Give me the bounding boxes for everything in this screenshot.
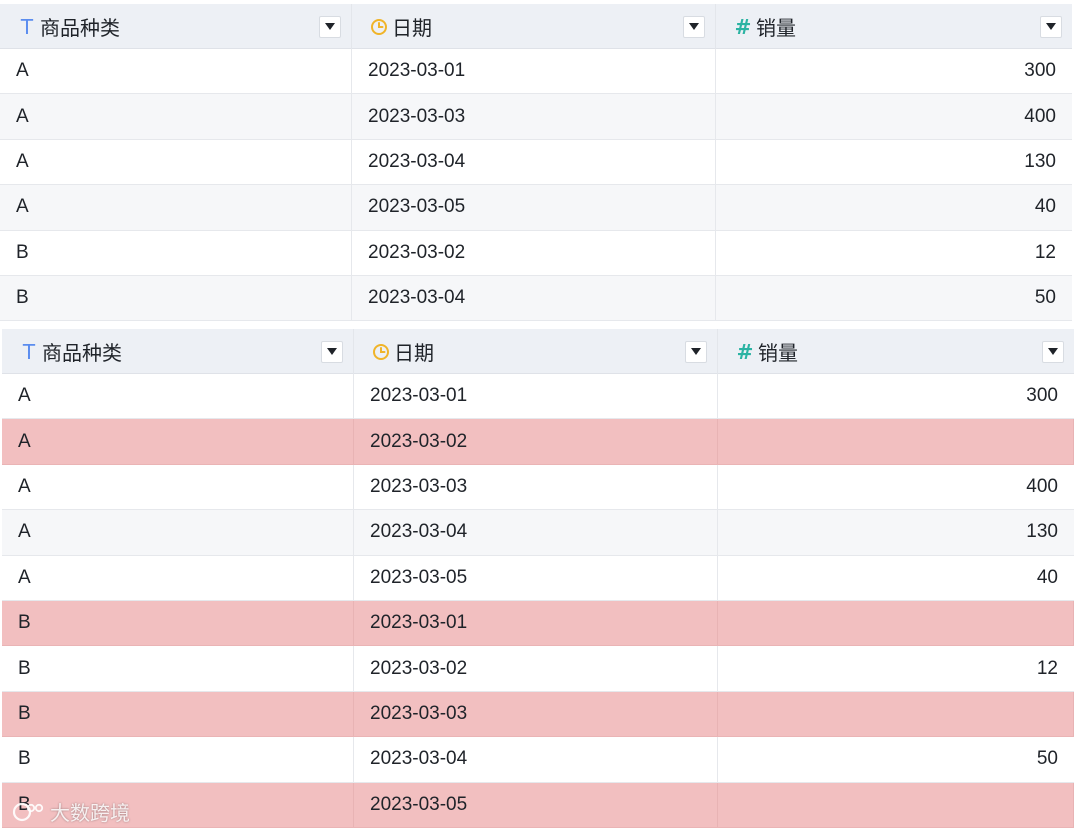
cell-sales[interactable]: 50 — [718, 737, 1074, 781]
cell-sales[interactable]: 400 — [716, 94, 1072, 138]
table-row[interactable]: B 2023-03-04 50 — [2, 737, 1074, 783]
caret-down-icon — [691, 348, 701, 355]
column-menu-button[interactable] — [683, 15, 705, 38]
caret-down-icon — [327, 348, 337, 355]
table-row[interactable]: A 2023-03-04 130 — [2, 510, 1074, 556]
cell-category[interactable]: A — [2, 510, 354, 555]
cell-sales[interactable]: 400 — [718, 465, 1074, 509]
cell-sales[interactable]: 130 — [718, 510, 1074, 554]
caret-down-icon — [325, 23, 335, 30]
cell-date[interactable]: 2023-03-03 — [354, 464, 718, 510]
date-type-icon — [372, 343, 390, 361]
cell-category[interactable]: A — [2, 464, 354, 510]
cell-sales[interactable]: 40 — [716, 185, 1072, 229]
cell-date[interactable]: 2023-03-04 — [352, 275, 716, 321]
cell-category[interactable]: B — [2, 600, 354, 646]
column-header[interactable]: # 销量 — [718, 329, 1074, 374]
cell-sales[interactable]: 12 — [718, 646, 1074, 690]
cell-sales[interactable]: 130 — [716, 140, 1072, 184]
cell-date[interactable]: 2023-03-03 — [354, 691, 718, 737]
cell-category[interactable]: B — [2, 691, 354, 737]
column-header-label: 商品种类 — [42, 343, 122, 365]
cell-category[interactable]: A — [0, 94, 352, 139]
number-type-icon: # — [736, 339, 754, 364]
table-row-filled[interactable]: B 2023-03-05 — [2, 782, 1074, 828]
cell-date[interactable]: 2023-03-02 — [354, 646, 718, 691]
table-row[interactable]: A 2023-03-05 40 — [2, 555, 1074, 601]
table-row[interactable]: A 2023-03-03 400 — [2, 464, 1074, 511]
cell-date[interactable]: 2023-03-02 — [354, 419, 718, 464]
column-header-label: 销量 — [756, 18, 796, 40]
cell-sales[interactable]: 50 — [716, 276, 1072, 320]
cell-sales[interactable] — [718, 691, 1074, 737]
caret-down-icon — [689, 23, 699, 30]
cell-date[interactable]: 2023-03-01 — [354, 600, 718, 646]
cell-sales[interactable]: 300 — [716, 49, 1072, 93]
caret-down-icon — [1048, 348, 1058, 355]
column-header[interactable]: T 商品种类 — [0, 4, 352, 49]
cell-sales[interactable]: 12 — [716, 231, 1072, 275]
cell-category[interactable]: B — [2, 646, 354, 691]
cell-category[interactable]: A — [0, 185, 352, 230]
cell-sales[interactable] — [718, 419, 1074, 464]
cell-sales[interactable] — [718, 782, 1074, 827]
table-row[interactable]: B 2023-03-02 12 — [0, 230, 1072, 276]
cell-category[interactable]: A — [2, 419, 354, 464]
cell-sales[interactable]: 300 — [718, 374, 1074, 418]
cell-category[interactable]: A — [0, 139, 352, 185]
cell-date[interactable]: 2023-03-03 — [352, 94, 716, 139]
table-row-filled[interactable]: A 2023-03-02 — [2, 419, 1074, 465]
cell-date[interactable]: 2023-03-02 — [352, 230, 716, 275]
cell-sales[interactable]: 40 — [718, 556, 1074, 600]
text-type-icon: T — [20, 14, 34, 39]
table-row[interactable]: A 2023-03-01 300 — [2, 374, 1074, 420]
column-header-label: 日期 — [394, 343, 434, 365]
column-header-label: 日期 — [392, 18, 432, 40]
cell-date[interactable]: 2023-03-05 — [354, 555, 718, 600]
cell-date[interactable]: 2023-03-01 — [352, 49, 716, 94]
table-header: T 商品种类 日期 # 销量 — [0, 4, 1072, 49]
column-header-label: 商品种类 — [40, 18, 120, 40]
column-header[interactable]: 日期 — [354, 329, 718, 374]
cell-date[interactable]: 2023-03-05 — [352, 185, 716, 230]
column-header[interactable]: T 商品种类 — [2, 329, 354, 374]
cell-category[interactable]: B — [2, 782, 354, 827]
table-header: T 商品种类 日期 # 销量 — [2, 329, 1074, 374]
column-menu-button[interactable] — [1040, 15, 1062, 38]
cell-date[interactable]: 2023-03-04 — [354, 737, 718, 782]
table-row[interactable]: A 2023-03-01 300 — [0, 49, 1072, 95]
cell-date[interactable]: 2023-03-04 — [352, 139, 716, 185]
table-row[interactable]: A 2023-03-05 40 — [0, 185, 1072, 231]
cell-category[interactable]: A — [2, 374, 354, 419]
column-menu-button[interactable] — [1042, 340, 1064, 363]
column-header[interactable]: # 销量 — [716, 4, 1072, 49]
column-header-label: 销量 — [758, 343, 798, 365]
cell-category[interactable]: A — [0, 49, 352, 94]
caret-down-icon — [1046, 23, 1056, 30]
column-header[interactable]: 日期 — [352, 4, 716, 49]
number-type-icon: # — [734, 14, 752, 39]
cell-category[interactable]: B — [0, 275, 352, 321]
column-menu-button[interactable] — [685, 340, 707, 363]
cell-date[interactable]: 2023-03-04 — [354, 510, 718, 555]
text-type-icon: T — [22, 339, 36, 364]
table-row[interactable]: A 2023-03-03 400 — [0, 94, 1072, 140]
table-row-filled[interactable]: B 2023-03-03 — [2, 691, 1074, 738]
cell-sales[interactable] — [718, 600, 1074, 646]
column-menu-button[interactable] — [321, 340, 343, 363]
table-row[interactable]: A 2023-03-04 130 — [0, 139, 1072, 186]
cell-category[interactable]: B — [2, 737, 354, 782]
cell-category[interactable]: A — [2, 555, 354, 600]
table-row[interactable]: B 2023-03-02 12 — [2, 646, 1074, 692]
cell-date[interactable]: 2023-03-05 — [354, 782, 718, 827]
cell-category[interactable]: B — [0, 230, 352, 275]
table-row-filled[interactable]: B 2023-03-01 — [2, 600, 1074, 647]
date-type-icon — [370, 18, 388, 36]
column-menu-button[interactable] — [319, 15, 341, 38]
table-row[interactable]: B 2023-03-04 50 — [0, 275, 1072, 322]
filled-data-table: T 商品种类 日期 # 销量 A 2023-03-01 300 A 2023-03-02 A 2023… — [2, 329, 1074, 828]
cell-date[interactable]: 2023-03-01 — [354, 374, 718, 419]
source-data-table: T 商品种类 日期 # 销量 A 2023-03-01 300 A 2023-03-03 400 A 2… — [0, 4, 1072, 322]
